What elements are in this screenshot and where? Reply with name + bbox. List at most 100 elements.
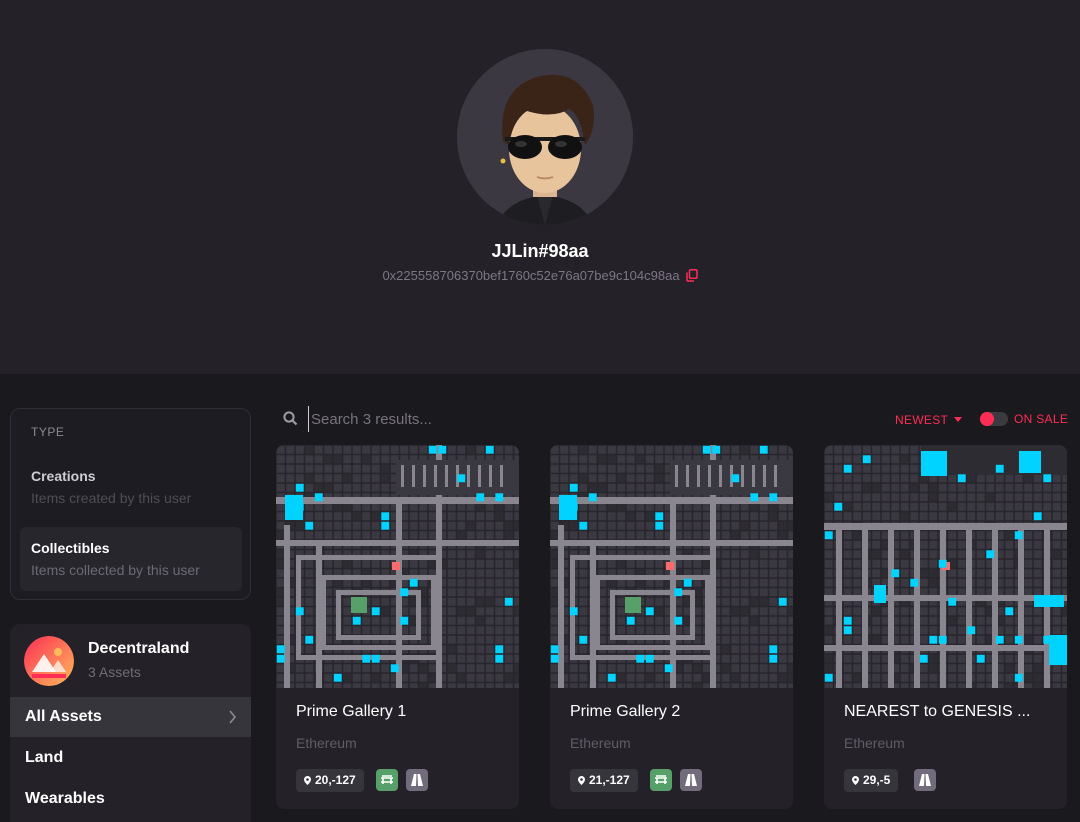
owned-parcel (1019, 451, 1041, 473)
owned-parcel (295, 483, 304, 492)
asset-card[interactable]: Prime Gallery 1 Ethereum 20,-127 (276, 445, 519, 809)
owned-parcel (824, 531, 833, 540)
coordinates: 21,-127 (589, 773, 630, 787)
search-input[interactable] (308, 406, 608, 432)
plaza-parcel (351, 597, 367, 613)
owned-parcel (834, 502, 843, 511)
owned-parcel (1014, 635, 1023, 644)
type-filter-title: TYPE (31, 425, 65, 439)
coordinates: 29,-5 (863, 773, 891, 787)
toggle-knob (980, 412, 994, 426)
owned-parcel (295, 502, 304, 511)
owned-parcel (381, 512, 390, 521)
owned-parcel (664, 664, 673, 673)
wallet-address: 0x225558706370bef1760c52e76a07be9c104c98… (382, 268, 680, 283)
owned-parcel (1034, 595, 1064, 607)
plaza-icon (376, 769, 398, 791)
owned-parcel (645, 654, 654, 663)
owned-parcel (1049, 635, 1067, 665)
nav-item-wearables[interactable]: Wearables (10, 779, 251, 819)
owned-parcel (683, 578, 692, 587)
search-icon (283, 411, 298, 426)
pin-icon (304, 776, 311, 785)
owned-parcel (702, 445, 711, 454)
asset-card[interactable]: NEAREST to GENESIS ... Ethereum 29,-5 (824, 445, 1067, 809)
coordinates: 20,-127 (315, 773, 356, 787)
owned-parcel (579, 521, 588, 530)
road-icon (914, 769, 936, 791)
on-sale-toggle[interactable] (980, 412, 1008, 426)
owned-parcel (362, 654, 371, 663)
owned-parcel (276, 645, 285, 654)
copy-icon[interactable] (685, 269, 698, 282)
owned-parcel (910, 578, 919, 587)
owned-parcel (712, 445, 721, 454)
owned-parcel (769, 493, 778, 502)
owned-parcel (1005, 607, 1014, 616)
selected-parcel (392, 562, 400, 570)
owned-parcel (769, 645, 778, 654)
coordinates-badge: 21,-127 (570, 769, 638, 792)
coordinates-badge: 20,-127 (296, 769, 364, 792)
owned-parcel (390, 664, 399, 673)
asset-network: Ethereum (296, 735, 357, 751)
owned-parcel (495, 493, 504, 502)
owned-parcel (276, 654, 285, 663)
owned-parcel (305, 635, 314, 644)
owned-parcel (976, 654, 985, 663)
owned-parcel (929, 635, 938, 644)
nav-item-label: All Assets (25, 708, 102, 725)
owned-parcel (995, 464, 1004, 473)
type-option-title: Collectibles (31, 540, 110, 556)
owned-parcel (769, 654, 778, 663)
owned-parcel (495, 654, 504, 663)
avatar (457, 49, 633, 225)
owned-parcel (750, 493, 759, 502)
owned-parcel (495, 645, 504, 654)
asset-network: Ethereum (844, 735, 905, 751)
type-option-subtitle: Items created by this user (31, 490, 192, 506)
owned-parcel (400, 588, 409, 597)
wallet-address-row: 0x225558706370bef1760c52e76a07be9c104c98… (0, 268, 1080, 283)
owned-parcel (938, 635, 947, 644)
owned-parcel (626, 616, 635, 625)
asset-card[interactable]: Prime Gallery 2 Ethereum 21,-127 (550, 445, 793, 809)
caret-down-icon (954, 417, 963, 422)
owned-parcel (428, 445, 437, 454)
owned-parcel (655, 512, 664, 521)
parcel-map (550, 445, 793, 688)
owned-parcel (588, 493, 597, 502)
owned-parcel (967, 626, 976, 635)
asset-title: Prime Gallery 2 (570, 703, 681, 720)
owned-parcel (891, 569, 900, 578)
owned-parcel (457, 474, 466, 483)
owned-parcel (919, 654, 928, 663)
owned-parcel (948, 597, 957, 606)
type-option-title: Creations (31, 468, 96, 484)
parcel-map (824, 445, 1067, 688)
owned-parcel (485, 445, 494, 454)
owned-parcel (371, 607, 380, 616)
owned-parcel (986, 550, 995, 559)
nav-item-land[interactable]: Land (10, 738, 251, 778)
owned-parcel (759, 445, 768, 454)
asset-network: Ethereum (570, 735, 631, 751)
owned-parcel (1033, 512, 1042, 521)
nav-item-all-assets[interactable]: All Assets (10, 697, 251, 737)
owned-parcel (674, 616, 683, 625)
sort-label: NEWEST (895, 413, 949, 427)
owned-parcel (645, 607, 654, 616)
owned-parcel (607, 673, 616, 682)
owned-parcel (1043, 635, 1052, 644)
nav-item-label: Wearables (25, 790, 105, 807)
type-option-creations[interactable]: Creations Items created by this user (20, 455, 242, 519)
road-icon (406, 769, 428, 791)
chevron-right-icon (227, 697, 237, 737)
owned-parcel (295, 607, 304, 616)
type-option-collectibles[interactable]: Collectibles Items collected by this use… (20, 527, 242, 591)
world-name: Decentraland (88, 640, 190, 657)
sort-dropdown[interactable]: NEWEST (895, 413, 963, 427)
owned-parcel (674, 588, 683, 597)
owned-parcel (352, 616, 361, 625)
plaza-parcel (625, 597, 641, 613)
